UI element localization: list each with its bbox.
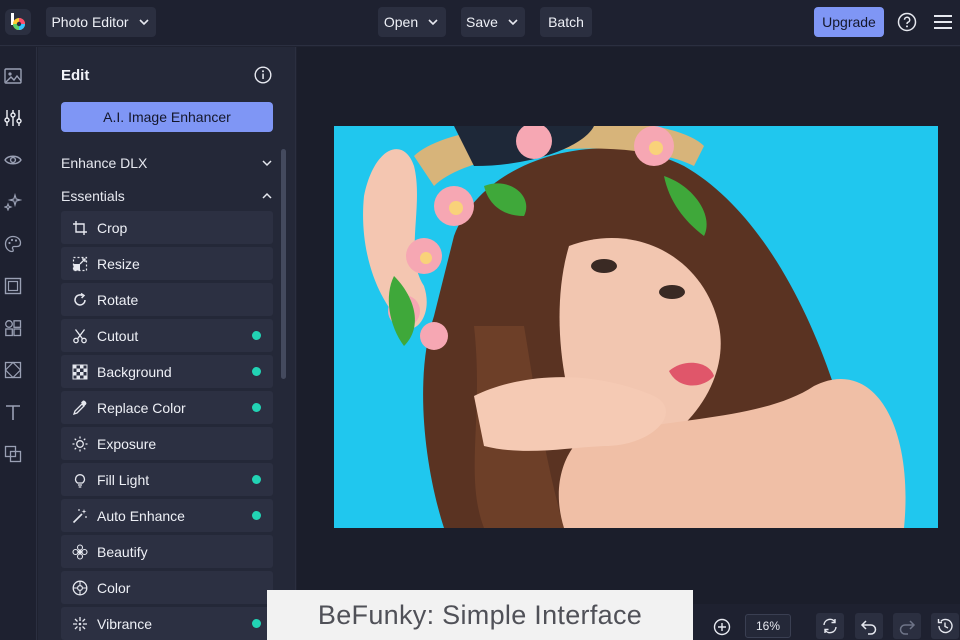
tool-fill-light[interactable]: Fill Light	[61, 463, 273, 496]
tool-label: Replace Color	[97, 399, 186, 416]
tool-label: Rotate	[97, 291, 139, 308]
texture-icon[interactable]	[3, 360, 23, 380]
info-icon[interactable]	[254, 66, 272, 84]
tool-crop[interactable]: Crop	[61, 211, 273, 244]
tool-resize[interactable]: Resize	[61, 247, 273, 280]
photo-editor-label: Photo Editor	[51, 14, 129, 30]
tool-replace-color[interactable]: Replace Color	[61, 391, 273, 424]
help-icon[interactable]	[895, 10, 919, 34]
photo-editor-menu[interactable]: Photo Editor	[46, 7, 156, 37]
batch-label: Batch	[548, 14, 584, 30]
tool-label: Beautify	[97, 543, 148, 560]
section-enhance-dlx[interactable]: Enhance DLX	[61, 153, 273, 173]
section-label: Enhance DLX	[61, 155, 148, 171]
flower-icon	[71, 543, 89, 561]
redo-icon[interactable]	[893, 613, 921, 639]
befunky-logo[interactable]	[5, 9, 31, 35]
upgrade-button[interactable]: Upgrade	[814, 7, 884, 37]
bulb-icon	[71, 471, 89, 489]
chevron-down-icon	[138, 19, 149, 26]
zoom-level[interactable]: 16%	[745, 614, 791, 638]
essentials-tool-list: Crop Resize Rotate Cutout Background Rep…	[61, 211, 273, 640]
batch-button[interactable]: Batch	[540, 7, 592, 37]
chevron-down-icon	[508, 19, 518, 26]
tool-label: Auto Enhance	[97, 507, 185, 524]
premium-dot	[252, 331, 261, 340]
tool-auto-enhance[interactable]: Auto Enhance	[61, 499, 273, 532]
scissors-icon	[71, 327, 89, 345]
resize-icon	[71, 255, 89, 273]
tool-label: Color	[97, 579, 131, 596]
hamburger-icon[interactable]	[931, 10, 955, 34]
section-label: Essentials	[61, 188, 125, 204]
crop-icon	[71, 219, 89, 237]
rotate-icon	[71, 291, 89, 309]
caption-banner: BeFunky: Simple Interface	[267, 590, 693, 640]
tool-beautify[interactable]: Beautify	[61, 535, 273, 568]
frame-icon[interactable]	[3, 276, 23, 296]
magic-wand-icon	[71, 507, 89, 525]
tool-vibrance[interactable]: Vibrance	[61, 607, 273, 640]
save-label: Save	[466, 14, 498, 30]
text-icon[interactable]	[3, 402, 23, 422]
premium-dot	[252, 619, 261, 628]
tool-label: Crop	[97, 219, 128, 236]
sparkle-icon[interactable]	[3, 192, 23, 212]
photo-image[interactable]	[334, 126, 938, 528]
save-button[interactable]: Save	[461, 7, 525, 37]
tool-rail	[0, 47, 37, 640]
zoom-in-icon[interactable]	[713, 618, 733, 638]
tool-label: Resize	[97, 255, 140, 272]
history-icon[interactable]	[931, 613, 959, 639]
shapes-icon[interactable]	[3, 318, 23, 338]
open-button[interactable]: Open	[378, 7, 446, 37]
palette-icon[interactable]	[3, 234, 23, 254]
premium-dot	[252, 403, 261, 412]
tool-exposure[interactable]: Exposure	[61, 427, 273, 460]
sun-icon	[71, 435, 89, 453]
compare-icon[interactable]	[816, 613, 844, 639]
premium-dot	[252, 367, 261, 376]
vibrance-icon	[71, 615, 89, 633]
upgrade-label: Upgrade	[822, 14, 876, 30]
sliders-icon[interactable]	[3, 108, 23, 128]
top-bar: Photo Editor Open Save Batch Upgrade	[0, 0, 960, 46]
chevron-up-icon	[262, 192, 272, 199]
premium-dot	[252, 475, 261, 484]
open-label: Open	[383, 14, 419, 30]
section-essentials[interactable]: Essentials	[61, 186, 273, 206]
ai-image-enhancer-button[interactable]: A.I. Image Enhancer	[61, 102, 273, 132]
tool-cutout[interactable]: Cutout	[61, 319, 273, 352]
premium-dot	[252, 511, 261, 520]
tool-background[interactable]: Background	[61, 355, 273, 388]
panel-title: Edit	[61, 67, 90, 84]
color-wheel-icon	[71, 579, 89, 597]
panel-scrollbar[interactable]	[281, 149, 286, 379]
eye-icon[interactable]	[3, 150, 23, 170]
overlay-icon[interactable]	[3, 444, 23, 464]
tool-label: Exposure	[97, 435, 157, 452]
edit-panel: Edit A.I. Image Enhancer Enhance DLX Ess…	[38, 47, 296, 640]
chevron-down-icon	[428, 19, 438, 26]
checkerboard-icon	[71, 363, 89, 381]
tool-label: Cutout	[97, 327, 139, 344]
undo-icon[interactable]	[855, 613, 883, 639]
tool-label: Fill Light	[97, 471, 150, 488]
tool-rotate[interactable]: Rotate	[61, 283, 273, 316]
eyedropper-icon	[71, 399, 89, 417]
tool-color[interactable]: Color	[61, 571, 273, 604]
chevron-down-icon	[262, 160, 272, 167]
tool-label: Vibrance	[97, 615, 153, 632]
tool-label: Background	[97, 363, 172, 380]
image-icon[interactable]	[3, 66, 23, 86]
